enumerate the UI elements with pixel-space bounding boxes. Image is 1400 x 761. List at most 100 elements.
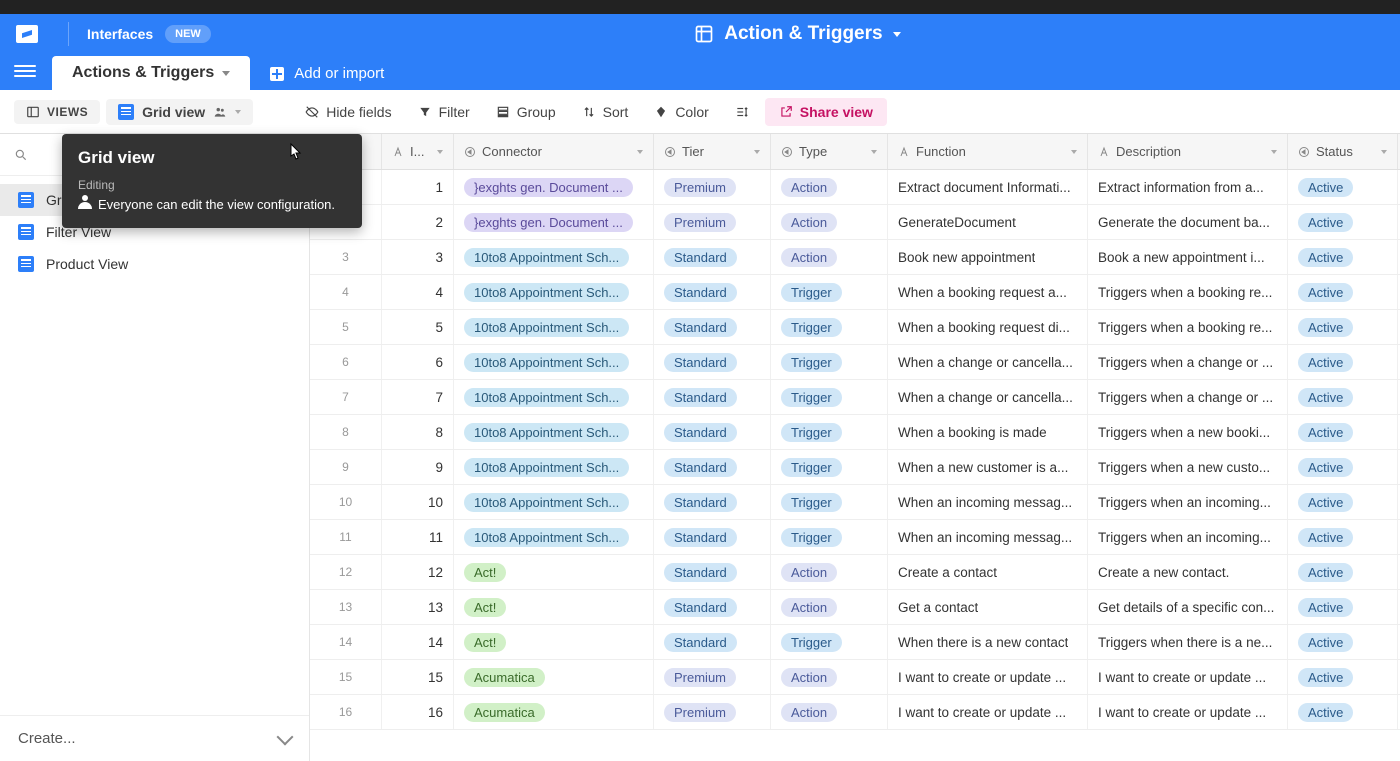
cell-status[interactable]: Active xyxy=(1288,590,1398,624)
filter-button[interactable]: Filter xyxy=(408,99,480,125)
cell-type[interactable]: Action xyxy=(771,590,888,624)
col-header-status[interactable]: Status xyxy=(1288,134,1398,169)
cell-connector[interactable]: Act! xyxy=(454,555,654,589)
cell-rownum[interactable]: 7 xyxy=(310,380,382,414)
cell-connector[interactable]: 10to8 Appointment Sch... xyxy=(454,450,654,484)
cell-tier[interactable]: Standard xyxy=(654,450,771,484)
cell-connector[interactable]: 10to8 Appointment Sch... xyxy=(454,485,654,519)
create-view-button[interactable]: Create... xyxy=(0,715,309,761)
cell-status[interactable]: Active xyxy=(1288,485,1398,519)
col-header-description[interactable]: Description xyxy=(1088,134,1288,169)
chevron-down-icon[interactable] xyxy=(235,110,241,114)
chevron-down-icon[interactable] xyxy=(222,71,230,76)
cell-description[interactable]: Triggers when a change or ... xyxy=(1088,380,1288,414)
cell-function[interactable]: When a change or cancella... xyxy=(888,380,1088,414)
cell-function[interactable]: GenerateDocument xyxy=(888,205,1088,239)
chevron-down-icon[interactable] xyxy=(754,150,760,154)
data-grid[interactable]: I... Connector Tier xyxy=(310,134,1400,761)
cell-description[interactable]: Book a new appointment i... xyxy=(1088,240,1288,274)
cell-description[interactable]: Create a new contact. xyxy=(1088,555,1288,589)
cell-function[interactable]: Extract document Informati... xyxy=(888,170,1088,204)
cell-index[interactable]: 1 xyxy=(382,170,454,204)
table-row[interactable]: 4410to8 Appointment Sch...StandardTrigge… xyxy=(310,275,1400,310)
cell-function[interactable]: When a booking request a... xyxy=(888,275,1088,309)
col-header-tier[interactable]: Tier xyxy=(654,134,771,169)
table-row[interactable]: 1212Act!StandardActionCreate a contactCr… xyxy=(310,555,1400,590)
add-import-button[interactable]: Add or import xyxy=(270,65,384,82)
row-height-button[interactable] xyxy=(725,100,759,124)
views-toggle[interactable]: VIEWS xyxy=(14,100,100,124)
cell-status[interactable]: Active xyxy=(1288,520,1398,554)
base-title[interactable]: Action & Triggers xyxy=(724,23,882,45)
cell-description[interactable]: Triggers when a change or ... xyxy=(1088,345,1288,379)
share-view-button[interactable]: Share view xyxy=(765,98,887,126)
cell-function[interactable]: Book new appointment xyxy=(888,240,1088,274)
cell-connector[interactable]: 10to8 Appointment Sch... xyxy=(454,240,654,274)
col-header-index[interactable]: I... xyxy=(382,134,454,169)
cell-connector[interactable]: }exghts gen. Document ... xyxy=(454,170,654,204)
cell-status[interactable]: Active xyxy=(1288,345,1398,379)
cell-connector[interactable]: 10to8 Appointment Sch... xyxy=(454,380,654,414)
view-switcher[interactable]: Grid view xyxy=(106,99,253,125)
cell-tier[interactable]: Standard xyxy=(654,345,771,379)
cell-type[interactable]: Trigger xyxy=(771,345,888,379)
group-button[interactable]: Group xyxy=(486,99,566,125)
table-row[interactable]: 8810to8 Appointment Sch...StandardTrigge… xyxy=(310,415,1400,450)
cell-index[interactable]: 3 xyxy=(382,240,454,274)
cell-index[interactable]: 11 xyxy=(382,520,454,554)
cell-description[interactable]: Triggers when a booking re... xyxy=(1088,310,1288,344)
cell-type[interactable]: Action xyxy=(771,555,888,589)
menu-toggle[interactable] xyxy=(14,60,36,82)
hide-fields-button[interactable]: Hide fields xyxy=(295,99,401,125)
cell-function[interactable]: When a booking request di... xyxy=(888,310,1088,344)
table-row[interactable]: 2}exghts gen. Document ...PremiumActionG… xyxy=(310,205,1400,240)
cell-status[interactable]: Active xyxy=(1288,555,1398,589)
cell-connector[interactable]: 10to8 Appointment Sch... xyxy=(454,310,654,344)
cell-index[interactable]: 2 xyxy=(382,205,454,239)
table-row[interactable]: 5510to8 Appointment Sch...StandardTrigge… xyxy=(310,310,1400,345)
cell-type[interactable]: Trigger xyxy=(771,275,888,309)
cell-description[interactable]: I want to create or update ... xyxy=(1088,695,1288,729)
cell-function[interactable]: When an incoming messag... xyxy=(888,485,1088,519)
cell-tier[interactable]: Standard xyxy=(654,310,771,344)
cell-function[interactable]: Get a contact xyxy=(888,590,1088,624)
cell-tier[interactable]: Standard xyxy=(654,380,771,414)
cell-index[interactable]: 10 xyxy=(382,485,454,519)
cell-connector[interactable]: Acumatica xyxy=(454,660,654,694)
interfaces-link[interactable]: Interfaces xyxy=(87,26,153,42)
cell-description[interactable]: Triggers when a booking re... xyxy=(1088,275,1288,309)
col-header-connector[interactable]: Connector xyxy=(454,134,654,169)
table-row[interactable]: 111110to8 Appointment Sch...StandardTrig… xyxy=(310,520,1400,555)
cell-rownum[interactable]: 12 xyxy=(310,555,382,589)
sort-button[interactable]: Sort xyxy=(572,99,639,125)
cell-type[interactable]: Trigger xyxy=(771,485,888,519)
cell-tier[interactable]: Standard xyxy=(654,240,771,274)
cell-type[interactable]: Trigger xyxy=(771,380,888,414)
chevron-down-icon[interactable] xyxy=(437,150,443,154)
cell-status[interactable]: Active xyxy=(1288,205,1398,239)
cell-index[interactable]: 4 xyxy=(382,275,454,309)
cell-description[interactable]: Generate the document ba... xyxy=(1088,205,1288,239)
cell-tier[interactable]: Standard xyxy=(654,275,771,309)
cell-description[interactable]: Get details of a specific con... xyxy=(1088,590,1288,624)
cell-status[interactable]: Active xyxy=(1288,380,1398,414)
cell-type[interactable]: Trigger xyxy=(771,415,888,449)
table-row[interactable]: 1515AcumaticaPremiumActionI want to crea… xyxy=(310,660,1400,695)
cell-type[interactable]: Action xyxy=(771,240,888,274)
cell-type[interactable]: Action xyxy=(771,205,888,239)
table-row[interactable]: 6610to8 Appointment Sch...StandardTrigge… xyxy=(310,345,1400,380)
cell-status[interactable]: Active xyxy=(1288,415,1398,449)
cell-rownum[interactable]: 15 xyxy=(310,660,382,694)
cell-status[interactable]: Active xyxy=(1288,275,1398,309)
cell-description[interactable]: Triggers when a new booki... xyxy=(1088,415,1288,449)
chevron-down-icon[interactable] xyxy=(637,150,643,154)
airtable-logo[interactable] xyxy=(16,25,38,43)
cell-tier[interactable]: Premium xyxy=(654,695,771,729)
cell-type[interactable]: Trigger xyxy=(771,625,888,659)
chevron-down-icon[interactable] xyxy=(871,150,877,154)
cell-type[interactable]: Trigger xyxy=(771,450,888,484)
cell-index[interactable]: 16 xyxy=(382,695,454,729)
cell-tier[interactable]: Standard xyxy=(654,625,771,659)
cell-tier[interactable]: Premium xyxy=(654,170,771,204)
cell-type[interactable]: Action xyxy=(771,170,888,204)
